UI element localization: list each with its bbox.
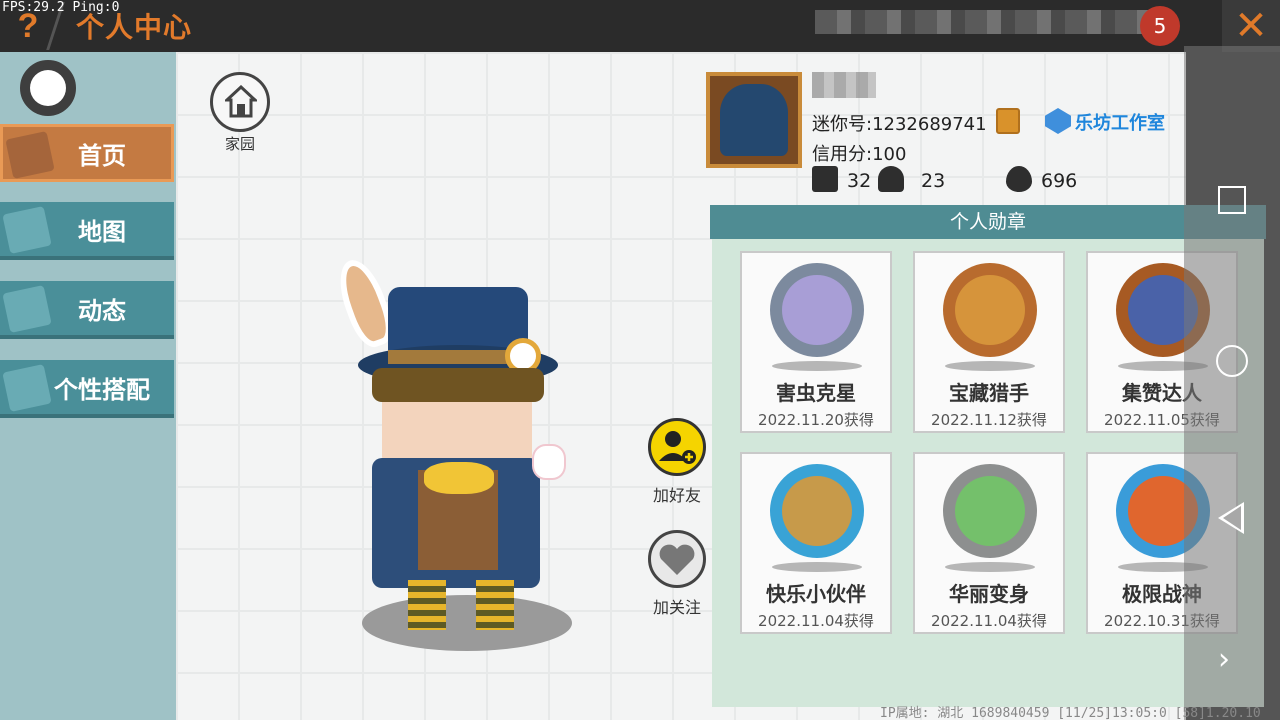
medal-shadow bbox=[772, 361, 862, 371]
footer-info: IP属地: 湖北 1689840459 [11/25]13:05:0 [58]1… bbox=[880, 706, 1261, 720]
medal-emblem bbox=[782, 476, 852, 546]
medal-icon bbox=[943, 263, 1037, 357]
medal-icon bbox=[770, 464, 864, 558]
medal-shadow bbox=[945, 562, 1035, 572]
map-icon bbox=[2, 206, 52, 254]
sidebar-item-map[interactable]: 地图 bbox=[0, 202, 174, 260]
medal-name: 快乐小伙伴 bbox=[766, 582, 866, 606]
home-label: 家园 bbox=[224, 135, 255, 153]
level-badge: 5 bbox=[1140, 6, 1180, 46]
medal-name: 宝藏猎手 bbox=[949, 381, 1029, 405]
home-nav-icon[interactable] bbox=[1216, 345, 1248, 377]
sidebar-item-home[interactable]: 首页 bbox=[0, 124, 174, 182]
medal-card[interactable]: 宝藏猎手 2022.11.12获得 bbox=[913, 251, 1065, 433]
home-button[interactable] bbox=[210, 72, 270, 132]
fps-readout: FPS:29.2 Ping:0 bbox=[2, 0, 120, 15]
studio-link[interactable]: 乐坊工作室 bbox=[1075, 109, 1165, 135]
home-icon bbox=[225, 85, 257, 118]
medal-date: 2022.11.04获得 bbox=[931, 612, 1047, 630]
stat-value: 696 bbox=[1041, 170, 1078, 192]
add-friend-label: 加好友 bbox=[652, 486, 701, 505]
flame-icon bbox=[1006, 166, 1032, 192]
sidebar-item-label: 地图 bbox=[78, 217, 126, 246]
sidebar-item-label: 动态 bbox=[78, 296, 126, 325]
sidebar-item-outfit[interactable]: 个性搭配 bbox=[0, 360, 174, 418]
character-shadow bbox=[362, 595, 572, 651]
medal-date: 2022.11.04获得 bbox=[758, 612, 874, 630]
medal-date: 2022.11.20获得 bbox=[758, 411, 874, 429]
medal-card[interactable]: 华丽变身 2022.11.04获得 bbox=[913, 452, 1065, 634]
mini-id: 迷你号:1232689741 bbox=[812, 114, 987, 135]
medal-card[interactable]: 害虫克星 2022.11.20获得 bbox=[740, 251, 892, 433]
sidebar: 首页 地图 动态 个性搭配 bbox=[0, 52, 176, 720]
add-friend-button[interactable] bbox=[648, 418, 706, 476]
heart-icon bbox=[659, 544, 695, 575]
medal-name: 害虫克星 bbox=[776, 381, 856, 405]
bell-icon bbox=[2, 285, 52, 333]
medal-emblem bbox=[955, 476, 1025, 546]
top-bar: ? 个人中心 5 ✕ bbox=[0, 0, 1280, 52]
medal-date: 2022.11.12获得 bbox=[931, 411, 1047, 429]
copy-icon[interactable] bbox=[996, 108, 1020, 134]
medal-icon bbox=[943, 464, 1037, 558]
chevron-right-icon[interactable]: › bbox=[1218, 642, 1230, 677]
character-leg-left bbox=[408, 580, 446, 630]
fans-icon bbox=[878, 166, 904, 192]
recent-apps-icon[interactable] bbox=[1218, 186, 1246, 214]
medal-shadow bbox=[945, 361, 1035, 371]
android-nav-bar bbox=[1184, 46, 1280, 720]
stat-value: 23 bbox=[921, 170, 946, 192]
credit-score: 信用分:100 bbox=[812, 144, 907, 165]
medal-card[interactable]: 快乐小伙伴 2022.11.04获得 bbox=[740, 452, 892, 634]
bunny-pet bbox=[532, 444, 566, 480]
follow-button[interactable] bbox=[648, 530, 706, 588]
medal-name: 华丽变身 bbox=[949, 582, 1029, 606]
medal-icon bbox=[770, 263, 864, 357]
profile-avatar[interactable] bbox=[706, 72, 802, 168]
blurred-account-info bbox=[815, 10, 1155, 34]
medal-emblem bbox=[782, 275, 852, 345]
character-leg-right bbox=[476, 580, 514, 630]
follow-label: 加关注 bbox=[652, 598, 701, 617]
character-bowtie bbox=[424, 462, 494, 494]
medals-header: 个人勋章 bbox=[710, 205, 1266, 239]
close-button[interactable]: ✕ bbox=[1222, 0, 1280, 52]
sidebar-item-label: 个性搭配 bbox=[54, 375, 150, 404]
outfit-icon bbox=[2, 364, 52, 412]
add-friend-icon bbox=[659, 431, 696, 464]
sidebar-item-label: 首页 bbox=[78, 141, 126, 170]
medal-shadow bbox=[772, 562, 862, 572]
character-hair bbox=[372, 368, 544, 402]
stat-value: 32 bbox=[847, 170, 872, 192]
sidebar-item-feed[interactable]: 动态 bbox=[0, 281, 174, 339]
blurred-nickname bbox=[812, 72, 876, 98]
shirt-icon bbox=[5, 131, 55, 179]
add-square-icon bbox=[812, 166, 838, 192]
medal-emblem bbox=[955, 275, 1025, 345]
back-nav-icon[interactable] bbox=[1218, 502, 1244, 534]
avatar-toggle[interactable] bbox=[20, 60, 76, 116]
